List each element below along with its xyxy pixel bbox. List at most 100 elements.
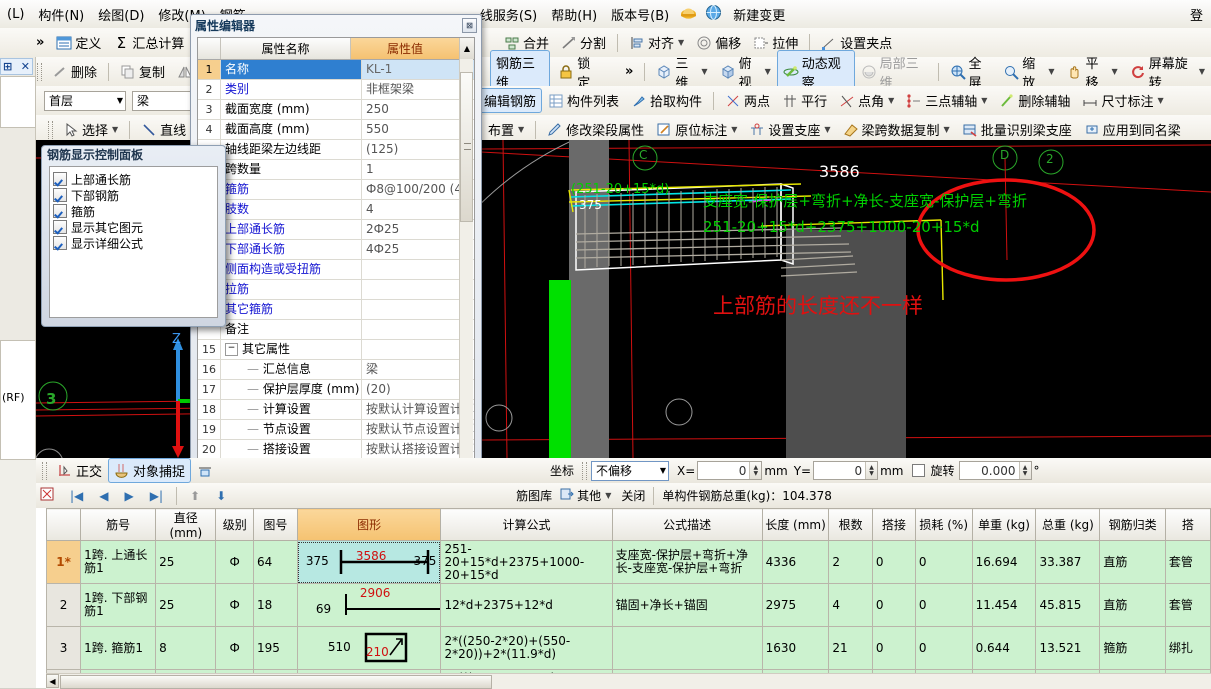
property-name-cell[interactable]: — 节点设置 [221,420,362,439]
stepper-icon[interactable]: ▲ ▼ [1018,462,1031,479]
copy-button[interactable]: 复制 [114,59,171,84]
object-snap-button[interactable]: 对象捕捉 [108,458,192,483]
property-value-cell[interactable]: 250 [362,100,474,119]
property-name-cell[interactable]: 拉筋 [221,280,362,299]
table-header-cell[interactable]: 搭接 [871,508,916,541]
viewport-3d[interactable]: C D 2 3586 (251-20+15*d) 375 支座宽-保护层+弯折+… [481,140,1211,458]
rebar-option-2[interactable]: 箍筋 [53,203,214,219]
layout-button[interactable]: 布置 ▼ [482,117,530,142]
property-value-cell[interactable]: 2Ф25 [362,220,474,239]
first-record-button[interactable]: |◀ [62,489,91,503]
diameter-cell[interactable]: 25 [155,540,217,584]
table-header-cell[interactable]: 公式描述 [611,508,763,541]
property-value-cell[interactable]: 1 [362,160,474,179]
property-value-cell[interactable] [362,320,474,339]
unit-weight-cell[interactable]: 0.644 [971,626,1037,670]
rebar-option-4[interactable]: 显示详细公式 [53,235,214,251]
property-value-cell[interactable]: 按默认节点设置计算 [362,420,474,439]
rebar-table[interactable]: 筋号 直径 (mm) 级别 图号 图形 计算公式 公式描述 长度 (mm) 根数 搭接 损耗 (%)… [36,508,1211,688]
formula-cell[interactable]: 2*((250-2*20)+(550-2*20))+2*(11.9*d) [440,626,613,670]
checkbox-icon[interactable] [53,220,67,234]
table-header-cell[interactable]: 筋号 [80,508,157,541]
ortho-button[interactable]: 正交 [51,458,108,483]
lap-cell[interactable]: 0 [871,583,916,627]
two-point-button[interactable]: 两点 [719,88,776,113]
chevron-down-icon[interactable]: ▼ [1048,67,1054,76]
count-cell[interactable]: 2 [828,540,873,584]
chevron-down-icon[interactable]: ▼ [1112,67,1118,76]
unit-weight-cell[interactable]: 16.694 [971,540,1037,584]
table-header-cell[interactable]: 钢筋归类 [1099,508,1166,541]
sum-calc-button[interactable]: Σ 汇总计算 [107,30,190,55]
lap-type-cell[interactable]: 绑扎 [1164,626,1211,670]
prev-record-button[interactable]: ◀ [91,489,116,503]
figure-number-cell[interactable]: 18 [252,583,298,627]
chevron-down-icon[interactable]: ▼ [1199,67,1205,76]
scrollbar-thumb[interactable] [60,675,492,689]
close-icon[interactable]: ⊠ [462,17,477,33]
dim-snap-button[interactable] [191,460,222,482]
point-angle-button[interactable]: 点角 ▼ [833,88,900,113]
property-name-cell[interactable]: 类别 [221,80,362,99]
chevron-down-icon[interactable]: ▼ [112,125,118,134]
table-header-cell[interactable]: 单重 (kg) [971,508,1037,541]
rotate-input[interactable]: 0.000 ▲ ▼ [958,461,1032,480]
property-value-cell[interactable]: 非框架梁 [362,80,474,99]
line-button[interactable]: 直线 [135,117,192,142]
property-editor-window[interactable]: 属性编辑器 ⊠ 属性名称 属性值 ▲ 1 名称 KL-1 2 类别 非框架梁 3 截面宽度 (… [190,14,482,503]
formula-cell[interactable]: 12*d+2375+12*d [440,583,613,627]
chevron-down-icon[interactable]: ▼ [518,125,524,134]
apply-same-beam-button[interactable]: 应用到同名梁 [1078,117,1187,142]
menu-item-0[interactable]: (L) [0,3,31,26]
diameter-cell[interactable]: 8 [155,626,217,670]
property-grid[interactable]: 属性名称 属性值 ▲ 1 名称 KL-1 2 类别 非框架梁 3 截面宽度 (mm) 250 4 截… [197,37,475,496]
table-header-cell[interactable]: 级别 [215,508,254,541]
length-cell[interactable]: 2975 [761,583,830,627]
property-row[interactable]: 19— 节点设置 按默认节点设置计算 [198,420,474,440]
table-horizontal-scrollbar[interactable]: ◀ [46,673,1211,689]
property-row[interactable]: 17— 保护层厚度 (mm) (20) [198,380,474,400]
delete-axis-button[interactable]: 删除辅轴 [993,88,1076,113]
scroll-left-icon[interactable]: ◀ [46,674,59,688]
chevron-down-icon[interactable]: ▼ [605,491,611,500]
toolbar-grip[interactable] [42,461,47,480]
chevron-down-icon[interactable]: ▼ [1157,96,1163,105]
property-value-cell[interactable] [362,260,474,279]
rebar-class-cell[interactable]: 箍筋 [1099,626,1166,670]
toolbar-grip[interactable] [37,62,42,81]
unit-weight-cell[interactable]: 11.454 [971,583,1037,627]
property-value-cell[interactable]: (125) [362,140,474,159]
property-value-cell[interactable]: 按默认计算设置计算 [362,400,474,419]
figure-number-cell[interactable]: 195 [252,626,298,670]
rotate-checkbox[interactable] [911,464,925,477]
select-button[interactable]: 选择 ▼ [57,117,124,142]
property-row[interactable]: 轴线距梁左边线距 (125) [198,140,474,160]
rebar-name-cell[interactable]: 1跨. 下部钢筋1 [80,583,157,627]
property-value-cell[interactable] [362,280,474,299]
rebar-class-cell[interactable]: 直筋 [1099,583,1166,627]
move-up-button[interactable]: ⬆ [182,489,208,503]
property-value-cell[interactable]: Ф8@100/200 (4) [362,180,474,199]
chevron-down-icon[interactable]: ▼ [701,67,707,76]
floor-select[interactable]: 首层 ▼ [44,90,126,111]
property-row[interactable]: 下部通长筋 4Ф25 [198,240,474,260]
property-value-cell[interactable]: KL-1 [362,60,474,79]
property-row[interactable]: 备注 [198,320,474,340]
table-header-cell[interactable] [45,508,82,541]
property-row[interactable]: 1 名称 KL-1 [198,60,474,80]
property-row[interactable]: 2 类别 非框架梁 [198,80,474,100]
chevron-down-icon[interactable]: ▼ [981,96,987,105]
grade-cell[interactable]: Ф [215,626,254,670]
loss-cell[interactable]: 0 [914,540,973,584]
property-value-cell[interactable] [362,300,474,319]
property-value-cell[interactable]: 梁 [362,360,474,379]
table-header-cell[interactable]: 图形 [296,508,442,541]
figure-cell[interactable]: 510 210 [296,626,442,670]
total-weight-cell[interactable]: 33.387 [1035,540,1101,584]
chevron-down-icon[interactable]: ▼ [888,96,894,105]
row-number-cell[interactable]: 1* [45,540,82,584]
property-name-cell[interactable]: 截面宽度 (mm) [221,100,362,119]
stepper-icon[interactable]: ▲ ▼ [865,462,878,479]
chevron-down-icon[interactable]: ▼ [731,125,737,134]
rebar-table-grid[interactable]: 筋号 直径 (mm) 级别 图号 图形 计算公式 公式描述 长度 (mm) 根数 搭接 损耗 (%)… [45,508,1211,688]
